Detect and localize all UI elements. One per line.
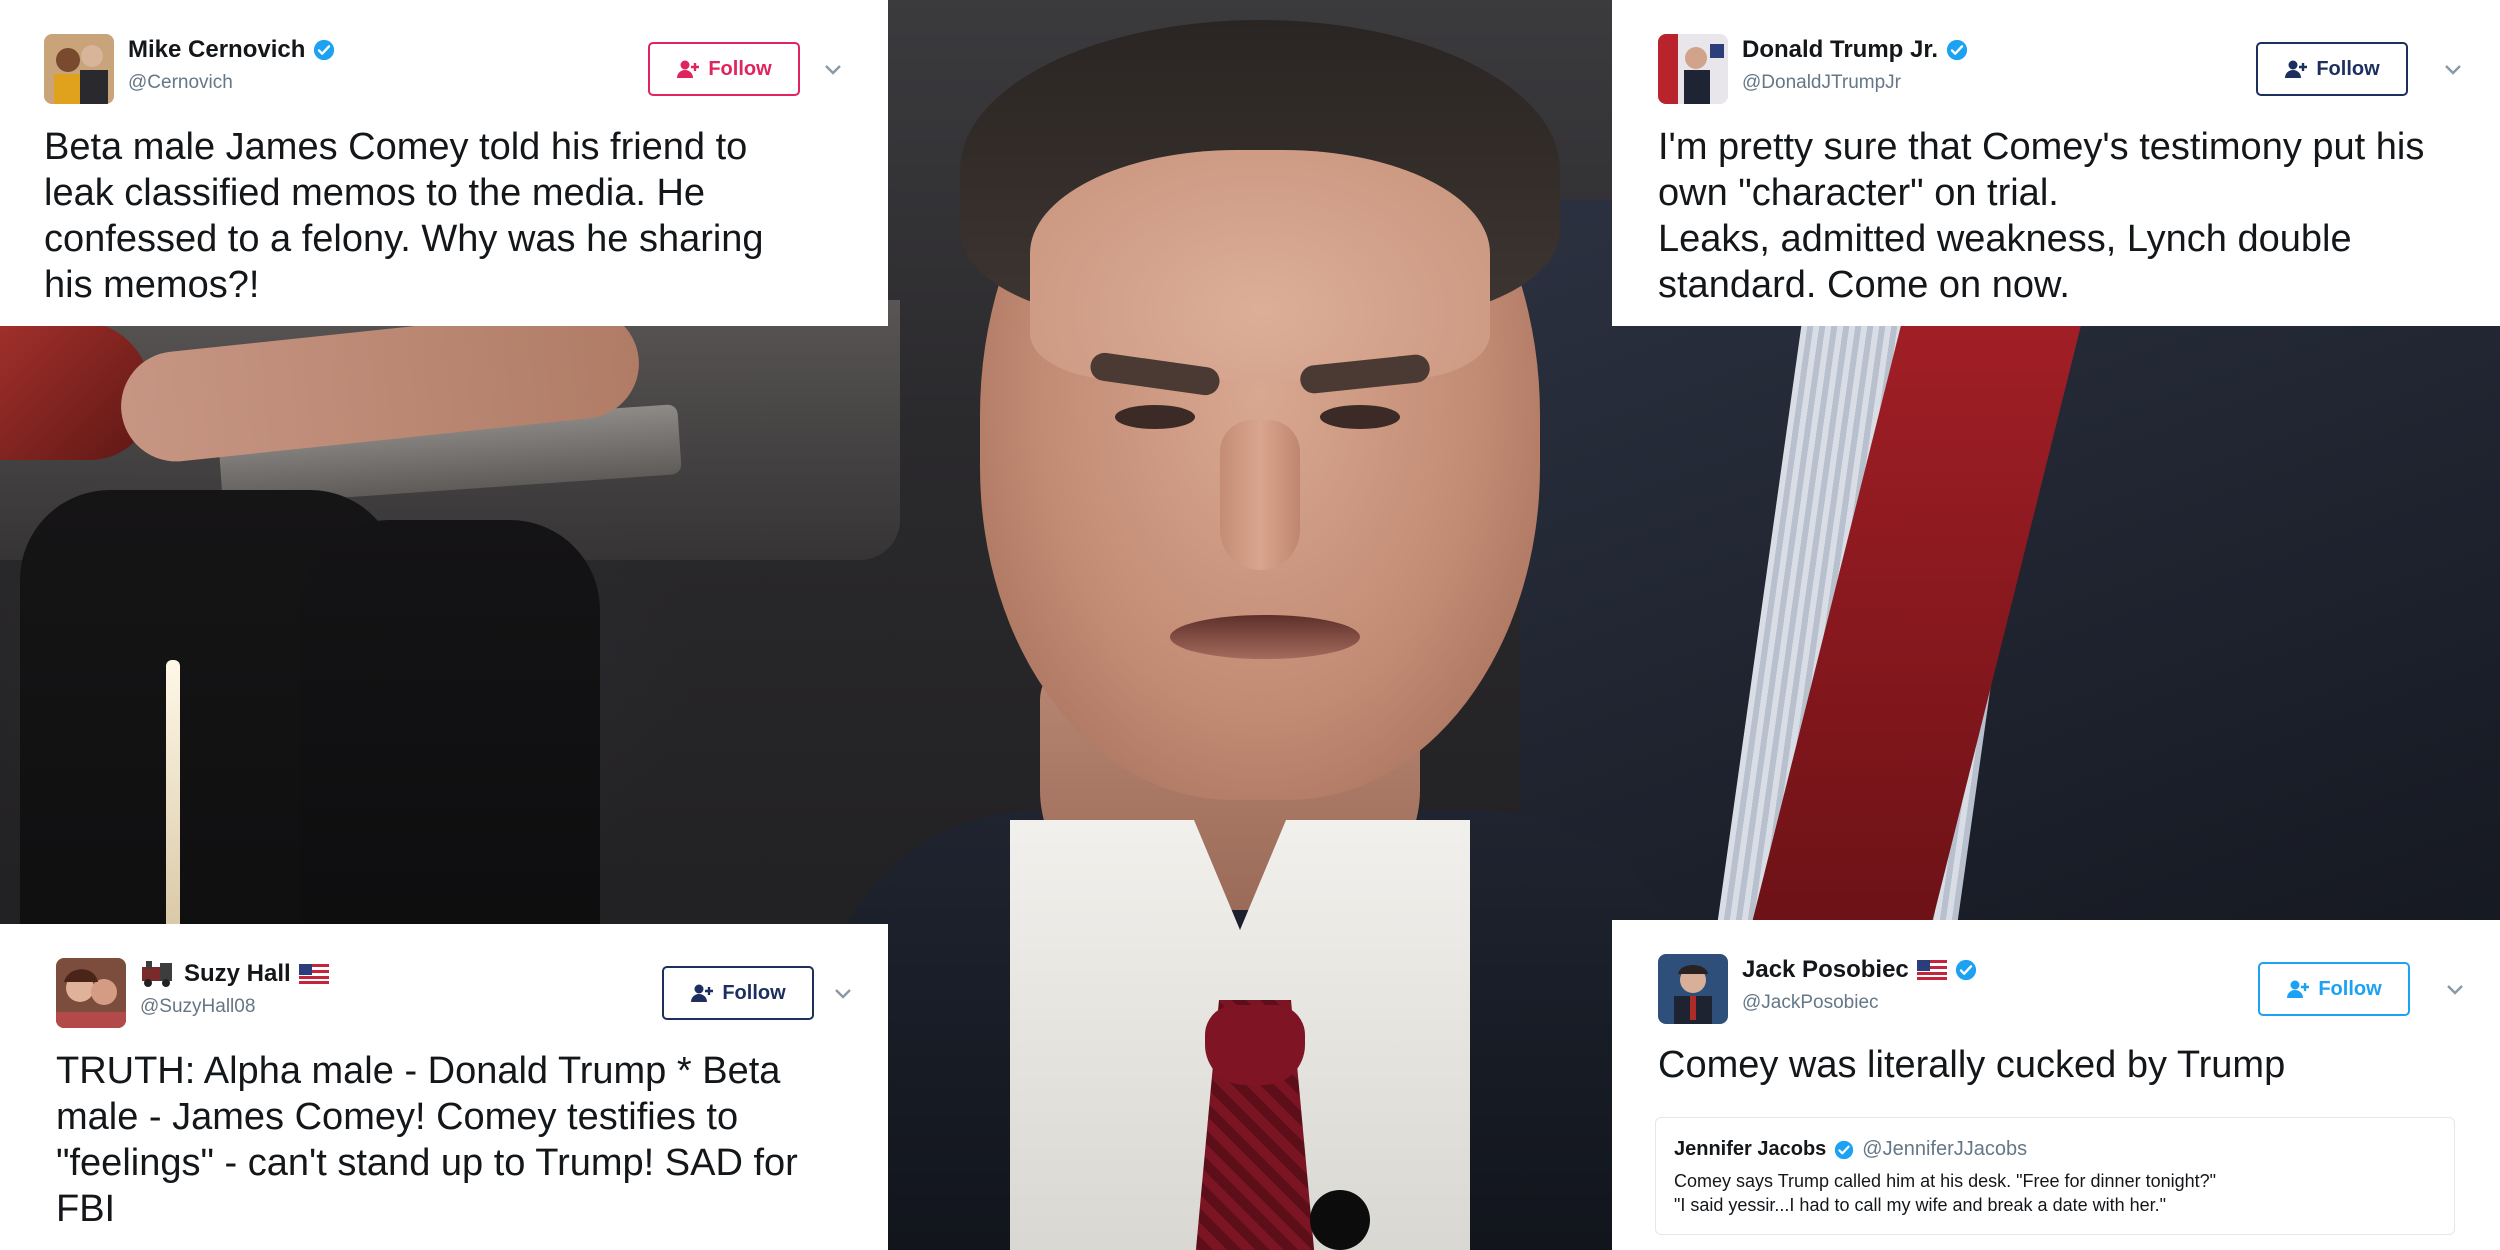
verified-badge-icon: [314, 39, 335, 61]
mouth: [1170, 615, 1360, 659]
chevron-down-icon[interactable]: [822, 58, 844, 80]
quoted-tweet-text: Comey says Trump called him at his desk.…: [1674, 1171, 2217, 1215]
verified-badge-icon: [1955, 959, 1976, 981]
tweet-header: Mike Cernovich @Cernovich Follow: [44, 34, 858, 104]
us-flag-icon: [298, 964, 329, 984]
tweet-text: I'm pretty sure that Comey's testimony p…: [1658, 126, 2425, 306]
eye: [1320, 405, 1400, 429]
display-name[interactable]: Suzy Hall: [184, 960, 291, 988]
name-row: Donald Trump Jr.: [1742, 36, 1968, 64]
tweet-text: Beta male James Comey told his friend to…: [44, 126, 764, 306]
follow-button[interactable]: Follow: [2256, 42, 2408, 96]
follow-button[interactable]: Follow: [2258, 962, 2410, 1016]
chevron-down-icon[interactable]: [832, 982, 854, 1004]
train-emoji-icon: [142, 961, 172, 987]
avatar[interactable]: [1658, 954, 1728, 1024]
follow-label: Follow: [2318, 977, 2382, 1000]
quoted-tweet[interactable]: Jennifer Jacobs @JenniferJJacobs Comey s…: [1655, 1117, 2455, 1235]
quoted-user-handle[interactable]: @JenniferJJacobs: [1862, 1138, 2027, 1161]
display-name[interactable]: Donald Trump Jr.: [1742, 36, 1938, 64]
avatar[interactable]: [1658, 34, 1728, 104]
follow-label: Follow: [722, 981, 786, 1004]
follow-button[interactable]: Follow: [648, 42, 800, 96]
tweet-header: Jack Posobiec @JackPosobiec Follow: [1658, 954, 2470, 1024]
eye: [1115, 405, 1195, 429]
tweet-text: TRUTH: Alpha male - Donald Trump * Beta …: [56, 1050, 798, 1230]
user-handle[interactable]: @SuzyHall08: [140, 996, 255, 1018]
add-user-icon: [677, 60, 700, 78]
avatar[interactable]: [56, 958, 126, 1028]
follow-label: Follow: [2316, 57, 2380, 80]
us-flag-icon: [1916, 960, 1947, 980]
tweet-header: Donald Trump Jr. @DonaldJTrumpJr Follow: [1658, 34, 2470, 104]
microphone: [1310, 1190, 1370, 1250]
user-handle[interactable]: @DonaldJTrumpJr: [1742, 72, 1901, 94]
quoted-tweet-header: Jennifer Jacobs @JenniferJJacobs: [1674, 1138, 2436, 1161]
follow-label: Follow: [708, 57, 772, 80]
chevron-down-icon[interactable]: [2442, 58, 2464, 80]
verified-badge-icon: [1946, 39, 1968, 61]
man-forehead: [1030, 150, 1490, 380]
tweet-text: Comey was literally cucked by Trump: [1658, 1044, 2286, 1086]
display-name[interactable]: Mike Cernovich: [128, 36, 305, 64]
tweet-card-trumpjr: Donald Trump Jr. @DonaldJTrumpJr Follow …: [1612, 0, 2500, 326]
name-row: Jack Posobiec: [1742, 956, 1977, 984]
name-row: Mike Cernovich: [128, 36, 335, 64]
user-handle[interactable]: @JackPosobiec: [1742, 992, 1879, 1014]
add-user-icon: [2285, 60, 2308, 78]
user-handle[interactable]: @Cernovich: [128, 72, 233, 94]
quoted-display-name[interactable]: Jennifer Jacobs: [1674, 1138, 1826, 1161]
tweet-header: Suzy Hall @SuzyHall08 Follow: [56, 958, 858, 1028]
add-user-icon: [2287, 980, 2310, 998]
tweet-card-cernovich: Mike Cernovich @Cernovich Follow Beta ma…: [0, 0, 888, 326]
tweet-card-suzyhall: Suzy Hall @SuzyHall08 Follow TRUTH: Alph…: [0, 924, 888, 1250]
man-tie-knot: [1205, 1005, 1305, 1085]
add-user-icon: [691, 984, 714, 1002]
display-name[interactable]: Jack Posobiec: [1742, 956, 1909, 984]
name-row: Suzy Hall: [140, 960, 329, 988]
verified-badge-icon: [1835, 1140, 1854, 1159]
follow-button[interactable]: Follow: [662, 966, 814, 1020]
chevron-down-icon[interactable]: [2444, 978, 2466, 1000]
avatar[interactable]: [44, 34, 114, 104]
nose: [1220, 420, 1300, 570]
light-strip: [166, 660, 180, 940]
